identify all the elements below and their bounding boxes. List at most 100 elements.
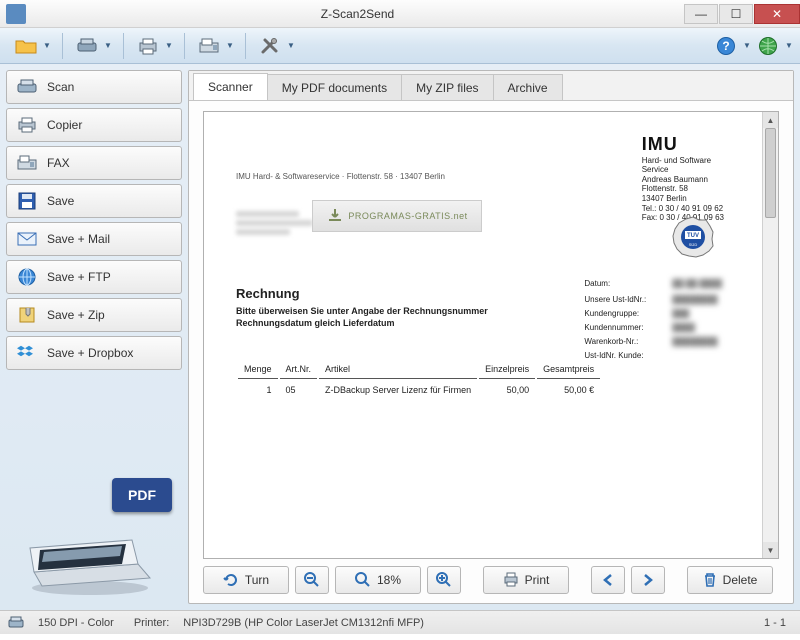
status-page-indicator: 1 - 1 (758, 617, 792, 629)
print-button[interactable]: Print (483, 566, 569, 594)
pdf-badge: PDF (112, 478, 172, 512)
settings-tool-button[interactable] (256, 32, 284, 60)
scanner-device-icon (20, 524, 160, 596)
save-button[interactable]: Save (6, 184, 182, 218)
button-label: FAX (47, 156, 70, 170)
status-dpi: 150 DPI - Color (32, 617, 120, 629)
printer-icon (17, 116, 37, 134)
open-folder-button[interactable] (12, 32, 40, 60)
scanner-icon (17, 78, 37, 96)
zoom-in-icon (436, 572, 452, 588)
web-button[interactable] (754, 32, 782, 60)
scan-button[interactable]: Scan (6, 70, 182, 104)
button-label: Save + Dropbox (47, 346, 133, 360)
doc-subtext: Bitte überweisen Sie unter Angabe der Re… (236, 306, 488, 329)
fax-button[interactable]: FAX (6, 146, 182, 180)
tab-my-pdf-documents[interactable]: My PDF documents (267, 74, 402, 100)
doc-line-items: Menge Art.Nr. Artikel Einzelpreis Gesamt… (236, 358, 602, 401)
tools-icon (260, 37, 280, 55)
svg-text:TUV: TUV (687, 233, 699, 239)
help-icon: ? (716, 36, 736, 56)
scanner-tool-button[interactable] (73, 32, 101, 60)
scanner-icon (8, 616, 24, 630)
tab-bar: Scanner My PDF documents My ZIP files Ar… (189, 71, 793, 101)
dropdown-icon[interactable]: ▼ (42, 32, 52, 60)
button-label: Copier (47, 118, 82, 132)
fax-icon (17, 154, 37, 172)
save-ftp-button[interactable]: Save + FTP (6, 260, 182, 294)
button-label: Save + FTP (47, 270, 111, 284)
zoom-in-button[interactable] (427, 566, 461, 594)
arrow-left-icon (601, 573, 615, 587)
tab-my-zip-files[interactable]: My ZIP files (401, 74, 493, 100)
dropdown-icon[interactable]: ▼ (225, 32, 235, 60)
folder-icon (15, 37, 37, 55)
arrow-right-icon (641, 573, 655, 587)
button-label: Save + Mail (47, 232, 110, 246)
doc-meta-table: Datum:██.██.████ Unsere Ust-IdNr.:██████… (582, 276, 724, 364)
download-icon (326, 207, 344, 225)
window-title: Z-Scan2Send (32, 7, 683, 21)
dropdown-icon[interactable]: ▼ (784, 32, 794, 60)
doc-heading: Rechnung (236, 286, 300, 301)
zoom-out-button[interactable] (295, 566, 329, 594)
next-page-button[interactable] (631, 566, 665, 594)
window-close-button[interactable]: ✕ (754, 4, 800, 24)
scanner-illustration: PDF (6, 474, 182, 604)
tuv-seal-icon: TUV SÜD (672, 216, 714, 258)
zoom-icon (355, 572, 371, 588)
dropbox-icon (17, 344, 37, 362)
printer-icon (137, 37, 159, 55)
svg-text:?: ? (722, 39, 729, 53)
scanned-page: IMU Hard- und Software Service Andreas B… (222, 126, 744, 544)
floppy-icon (17, 192, 37, 210)
tab-scanner[interactable]: Scanner (193, 73, 268, 100)
window-maximize-button[interactable]: ☐ (719, 4, 753, 24)
delete-button[interactable]: Delete (687, 566, 773, 594)
save-dropbox-button[interactable]: Save + Dropbox (6, 336, 182, 370)
save-mail-button[interactable]: Save + Mail (6, 222, 182, 256)
app-icon (6, 4, 26, 24)
mail-icon (17, 230, 37, 248)
copier-button[interactable]: Copier (6, 108, 182, 142)
globe-icon (17, 268, 37, 286)
dropdown-icon[interactable]: ▼ (742, 32, 752, 60)
scanner-icon (76, 37, 98, 55)
scroll-thumb[interactable] (765, 128, 776, 218)
preview-toolbar: Turn 18% Print (203, 559, 779, 595)
button-label: Scan (47, 80, 74, 94)
window-titlebar: Z-Scan2Send — ☐ ✕ (0, 0, 800, 28)
printer-icon (503, 572, 519, 588)
main-panel: Scanner My PDF documents My ZIP files Ar… (188, 70, 794, 604)
help-button[interactable]: ? (712, 32, 740, 60)
tab-archive[interactable]: Archive (493, 74, 563, 100)
zip-icon (17, 306, 37, 324)
main-toolbar: ▼ ▼ ▼ ▼ ▼ ? ▼ ▼ (0, 28, 800, 64)
vertical-scrollbar[interactable]: ▲ ▼ (762, 112, 778, 558)
button-label: Save (47, 194, 74, 208)
dropdown-icon[interactable]: ▼ (103, 32, 113, 60)
prev-page-button[interactable] (591, 566, 625, 594)
status-printer-label: Printer: (128, 617, 175, 629)
window-minimize-button[interactable]: — (684, 4, 718, 24)
doc-letterhead: IMU Hard- und Software Service Andreas B… (642, 134, 724, 223)
scroll-down-button[interactable]: ▼ (763, 542, 778, 558)
zoom-out-icon (304, 572, 320, 588)
trash-icon (703, 572, 717, 588)
svg-text:SÜD: SÜD (689, 242, 698, 247)
globe-icon (758, 36, 778, 56)
printer-tool-button[interactable] (134, 32, 162, 60)
zoom-level-button[interactable]: 18% (335, 566, 421, 594)
scroll-track[interactable] (763, 128, 778, 542)
turn-button[interactable]: Turn (203, 566, 289, 594)
button-label: Save + Zip (47, 308, 105, 322)
doc-sender-line: IMU Hard- & Softwareservice · Flottenstr… (236, 172, 445, 181)
save-zip-button[interactable]: Save + Zip (6, 298, 182, 332)
fax-tool-button[interactable] (195, 32, 223, 60)
fax-icon (198, 37, 220, 55)
status-bar: 150 DPI - Color Printer: NPI3D729B (HP C… (0, 610, 800, 634)
scroll-up-button[interactable]: ▲ (763, 112, 778, 128)
table-row: 1 05 Z-DBackup Server Lizenz für Firmen … (238, 381, 600, 399)
dropdown-icon[interactable]: ▼ (164, 32, 174, 60)
dropdown-icon[interactable]: ▼ (286, 32, 296, 60)
